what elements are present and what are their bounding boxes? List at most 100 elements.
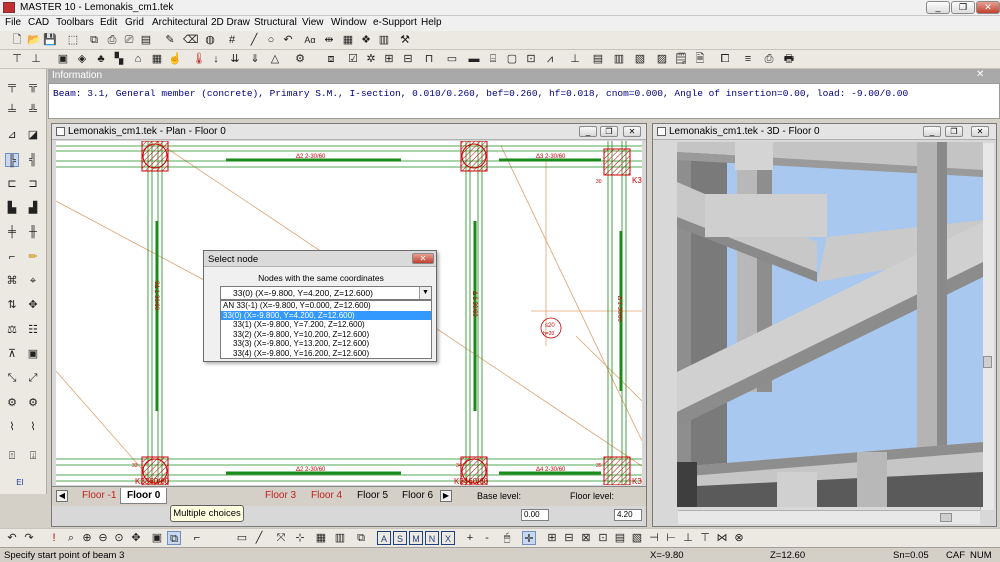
column-top-middle[interactable] [460, 141, 488, 172]
beam-insert-icon[interactable]: ╣ [26, 153, 40, 167]
plus-icon[interactable]: + [463, 531, 477, 545]
menu-help[interactable]: Help [421, 17, 442, 28]
footing-right-icon[interactable]: ╫ [26, 225, 40, 239]
plan-minimize-button[interactable]: _ [579, 126, 597, 137]
truss-icon[interactable]: ⩘ [543, 52, 557, 66]
copy-icon[interactable]: ⧉ [87, 33, 101, 47]
grid-toggle-icon[interactable]: ⊞ [545, 531, 559, 545]
load-icon[interactable]: ⇊ [228, 52, 242, 66]
arrows-icon[interactable]: ⇅ [5, 298, 19, 312]
erase-icon[interactable]: ⌫ [183, 33, 199, 47]
object-snap-n-icon[interactable]: N [425, 531, 439, 545]
paint-icon[interactable]: ◍ [203, 33, 217, 47]
slab-edit-icon[interactable]: ⊿ [5, 128, 19, 142]
zoom-in-icon[interactable]: ⊕ [80, 531, 94, 545]
print-preview-icon[interactable]: ⎚ [122, 33, 136, 47]
column-right-icon[interactable]: ╩ [26, 104, 40, 118]
arc-icon[interactable]: ↶ [281, 33, 295, 47]
view3d-canvas[interactable] [677, 142, 983, 507]
object-snap-s-icon[interactable]: S [393, 531, 407, 545]
pile-icon[interactable]: ⊥ [568, 52, 582, 66]
tab-floor-0[interactable]: Floor 0 [120, 488, 168, 504]
save-icon[interactable]: 💾 [43, 33, 57, 47]
stair-icon[interactable]: ⌸ [486, 52, 500, 66]
column-tool-icon[interactable]: ⊥ [29, 52, 43, 66]
menu-cad[interactable]: CAD [28, 17, 49, 28]
print-setup-icon[interactable]: ▨ [655, 52, 669, 66]
frame-icon[interactable]: ⊡ [524, 52, 538, 66]
beam-left-icon[interactable]: ╤ [5, 79, 19, 93]
box-icon[interactable]: ⧠ [718, 52, 732, 66]
distributed-load-icon[interactable]: ⇓ [248, 52, 262, 66]
offset-left-icon[interactable]: ⍐ [5, 449, 19, 463]
node-option[interactable]: 33(4) (X=-9.800, Y=16.200, Z=12.600) [221, 349, 431, 359]
view3d-horizontal-scrollbar[interactable] [678, 510, 980, 524]
node-option[interactable]: 33(3) (X=-9.800, Y=13.200, Z=12.600) [221, 339, 431, 349]
pencil-icon[interactable]: ✏ [26, 250, 40, 264]
horizontal-scroll-thumb[interactable] [940, 513, 952, 522]
base-level-input[interactable]: 0.00 [521, 509, 549, 521]
menu-grid[interactable]: Grid [125, 17, 144, 28]
print-icon[interactable]: ⎙ [105, 33, 119, 47]
node-icon[interactable]: ◈ [75, 52, 89, 66]
minimize-button[interactable]: _ [926, 1, 950, 14]
point-load-icon[interactable]: ↓ [209, 52, 223, 66]
footing-icon[interactable]: ▬ [467, 52, 481, 66]
snap-toggle-icon[interactable]: ⊟ [562, 531, 576, 545]
hand-icon[interactable]: ☝ [168, 52, 182, 66]
view3d-restore-button[interactable]: ❐ [945, 126, 963, 137]
member-icon[interactable]: ▣ [56, 52, 70, 66]
zoom-window-icon[interactable]: ⌕ [64, 531, 78, 545]
circle-icon[interactable]: ○ [264, 33, 278, 47]
properties-icon[interactable]: ▥ [333, 531, 347, 545]
gallery-icon[interactable]: ⌘ [5, 274, 19, 288]
beam-tool-icon[interactable]: ⊤ [10, 52, 24, 66]
chevron-down-icon[interactable]: ▼ [419, 287, 431, 299]
paste-icon[interactable]: ▤ [139, 33, 153, 47]
polar-icon[interactable]: ⊠ [579, 531, 593, 545]
table-icon[interactable]: ▥ [377, 33, 391, 47]
line-draw-icon[interactable]: ╱ [252, 531, 266, 545]
pen-icon[interactable]: ✎ [163, 33, 177, 47]
scale-icon[interactable]: ⤢ [26, 371, 40, 385]
graph-icon[interactable]: ⌖ [26, 274, 40, 288]
symbol-icon[interactable]: ❖ [359, 33, 373, 47]
menu-e-support[interactable]: e-Support [373, 17, 417, 28]
analysis-icon[interactable]: ⚙ [293, 52, 307, 66]
close-button[interactable]: ✕ [976, 1, 1000, 14]
view3d-minimize-button[interactable]: _ [923, 126, 941, 137]
vertical-scroll-thumb[interactable] [983, 356, 992, 368]
node-option-selected[interactable]: 33(0) (X=-9.800, Y=4.200, Z=12.600) [221, 310, 431, 321]
text-icon[interactable]: Aα [303, 33, 317, 47]
zoom-extents-icon[interactable]: ⊙ [112, 531, 126, 545]
snap-icon[interactable]: ⤧ [274, 531, 288, 545]
layer-el-icon[interactable]: EI [13, 476, 27, 490]
grid-select-icon[interactable]: ▦ [150, 52, 164, 66]
node-option[interactable]: AN 33(-1) (X=-9.800, Y=0.000, Z=12.600) [221, 301, 431, 311]
tab-scroll-left-icon[interactable]: ◀ [56, 490, 68, 502]
menu-file[interactable]: File [5, 17, 21, 28]
menu-architectural[interactable]: Architectural [152, 17, 208, 28]
footing-left-icon[interactable]: ╪ [5, 225, 19, 239]
pipette-left-icon[interactable]: ⌇ [5, 420, 19, 434]
grid-icon[interactable]: # [225, 33, 239, 47]
stretch-icon[interactable]: ⤡ [5, 371, 19, 385]
tab-floor-minus-1[interactable]: Floor -1 [82, 490, 116, 501]
bolt-icon[interactable]: ✲ [364, 52, 378, 66]
hook-icon[interactable]: ⌐ [5, 250, 19, 264]
object-snap-x-icon[interactable]: X [441, 531, 455, 545]
thermometer-icon[interactable]: 🌡 [192, 52, 206, 66]
crosshair-icon[interactable]: ✛ [522, 531, 536, 545]
report-icon[interactable]: ▧ [633, 52, 647, 66]
pan-icon[interactable]: ✥ [129, 531, 143, 545]
model-icon[interactable]: ▧ [630, 531, 644, 545]
zoom-out-icon[interactable]: ⊖ [96, 531, 110, 545]
reinforcement-icon[interactable]: ⊟ [401, 52, 415, 66]
tree-icon[interactable]: ♣ [94, 52, 108, 66]
ortho-icon[interactable]: ⌐ [190, 531, 204, 545]
frame-right-icon[interactable]: ⊐ [26, 177, 40, 191]
move-icon[interactable]: ✥ [26, 298, 40, 312]
opening-icon[interactable]: ▢ [505, 52, 519, 66]
member-select-icon[interactable]: ⊣ [647, 531, 661, 545]
menu-window[interactable]: Window [331, 17, 367, 28]
